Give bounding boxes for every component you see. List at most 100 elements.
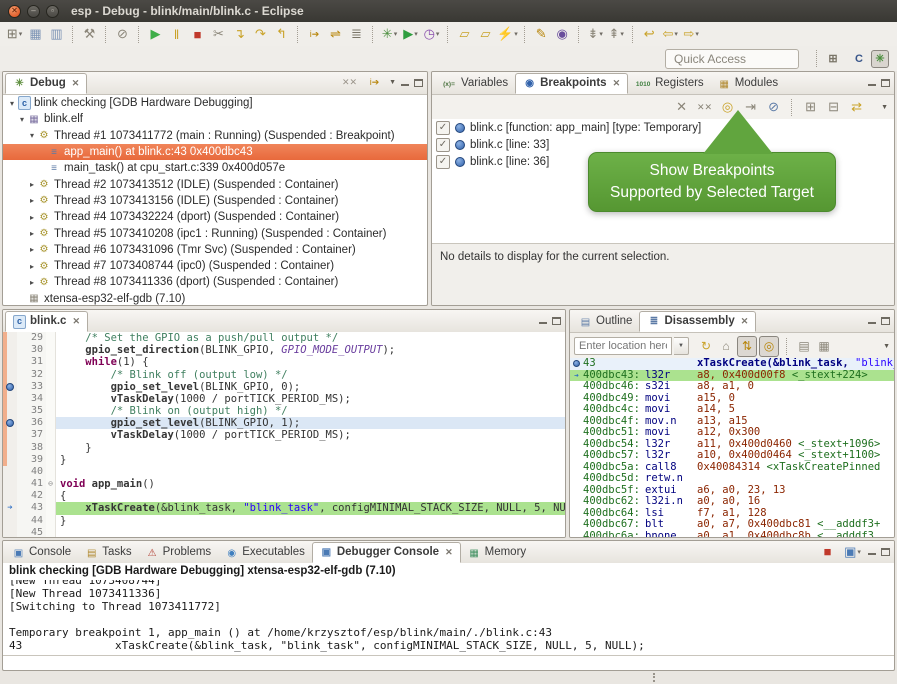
back-icon[interactable]: ⇦▾: [661, 24, 680, 44]
dropdown-arrow-icon[interactable]: ▾: [620, 30, 624, 38]
debug-tree-row[interactable]: ▾⚙Thread #1 1073411772 (main : Running) …: [3, 128, 427, 144]
disasm-tab-outline[interactable]: ▤Outline: [572, 312, 639, 332]
gutter-marker-column[interactable]: [3, 442, 17, 454]
minimize-icon[interactable]: [538, 316, 548, 325]
editor-line[interactable]: 41⊖void app_main(): [3, 478, 565, 490]
launch-flash-icon[interactable]: ⚡▾: [497, 24, 518, 44]
close-icon[interactable]: ✕: [613, 78, 621, 89]
debug-tree-row[interactable]: ▸⚙Thread #3 1073413156 (IDLE) (Suspended…: [3, 193, 427, 209]
save-all-icon[interactable]: ▥: [47, 24, 66, 44]
maximize-icon[interactable]: [881, 548, 890, 556]
track-expression-icon[interactable]: ◎: [759, 336, 779, 357]
display-selected-console-icon[interactable]: ▣▾: [843, 543, 862, 561]
close-icon[interactable]: ✕: [445, 547, 453, 558]
expand-all-icon[interactable]: ⊞: [801, 97, 820, 117]
checkbox[interactable]: ✓: [436, 155, 450, 169]
editor-line[interactable]: 44}: [3, 515, 565, 527]
disassembly-row[interactable]: 400dbc62:l32i.na0, a0, 16: [570, 496, 894, 508]
dropdown-arrow-icon[interactable]: ▾: [19, 30, 23, 38]
collapse-all-icon[interactable]: ⊟: [824, 97, 843, 117]
console-tab-console[interactable]: ▣Console: [5, 543, 78, 563]
gutter-marker-column[interactable]: [3, 515, 17, 527]
maximize-icon[interactable]: [881, 79, 890, 87]
disasm-tab-disassembly[interactable]: ≣Disassembly✕: [639, 311, 756, 332]
gutter-marker-column[interactable]: [3, 332, 17, 344]
dropdown-arrow-icon[interactable]: ▾: [695, 30, 699, 38]
view-menu-icon[interactable]: ▼: [881, 104, 888, 111]
checkbox[interactable]: ✓: [436, 138, 450, 152]
view-menu-icon[interactable]: ▼: [883, 343, 890, 350]
expander-closed-icon[interactable]: ▸: [27, 278, 37, 287]
disassembly-content[interactable]: 43xTaskCreate(&blink_task, "blink_tas➔40…: [570, 358, 894, 537]
gutter-marker-column[interactable]: [3, 478, 17, 490]
close-icon[interactable]: ✕: [72, 78, 80, 89]
editor-line[interactable]: 33 gpio_set_level(BLINK_GPIO, 0);: [3, 381, 565, 393]
dropdown-arrow-icon[interactable]: ▾: [599, 30, 603, 38]
open-folder-icon[interactable]: ▱: [455, 24, 474, 44]
external-tools-icon[interactable]: ◷▾: [422, 24, 441, 44]
view-menu-icon[interactable]: ▼: [389, 79, 396, 86]
skip-all-breakpoints-icon[interactable]: ⊘: [113, 24, 132, 44]
next-annotation-icon[interactable]: ⇟▾: [586, 24, 605, 44]
debug-tree-row[interactable]: ▾▦blink.elf: [3, 111, 427, 127]
format-source-icon[interactable]: ✎: [532, 24, 551, 44]
debug-tree-row[interactable]: ▸⚙Thread #6 1073431096 (Tmr Svc) (Suspen…: [3, 242, 427, 258]
disassembly-row[interactable]: 400dbc46:s32ia8, a1, 0: [570, 381, 894, 393]
refresh-icon[interactable]: ↻: [697, 337, 715, 356]
gutter-marker-column[interactable]: [3, 429, 17, 441]
console-output[interactable]: blink checking [GDB Hardware Debugging] …: [3, 563, 894, 656]
show-debug-elements-icon[interactable]: ≣: [347, 24, 366, 44]
remove-breakpoint-icon[interactable]: ✕: [672, 97, 691, 117]
import-folder-icon[interactable]: ▱: [476, 24, 495, 44]
editor-line[interactable]: ➔43 xTaskCreate(&blink_task, "blink_task…: [3, 502, 565, 514]
disassembly-row[interactable]: 400dbc67:blta0, a7, 0x400dbc81 <__adddf3…: [570, 519, 894, 531]
last-edit-location-icon[interactable]: ↩: [640, 24, 659, 44]
step-into-icon[interactable]: ↴: [230, 24, 249, 44]
search-icon[interactable]: ◉: [553, 24, 572, 44]
debug-tree-row[interactable]: ▸⚙Thread #5 1073410208 (ipc1 : Running) …: [3, 225, 427, 241]
breakpoint-icon[interactable]: [6, 383, 14, 391]
disassembly-row[interactable]: 400dbc4c:movia14, 5: [570, 404, 894, 416]
expander-closed-icon[interactable]: ▸: [27, 180, 37, 189]
console-tab-debugger-console[interactable]: ▣Debugger Console✕: [312, 542, 461, 563]
previous-annotation-icon[interactable]: ⇞▾: [607, 24, 626, 44]
debug-tree-row[interactable]: ▸⚙Thread #8 1073411336 (dport) (Suspende…: [3, 274, 427, 290]
expander-open-icon[interactable]: ▾: [17, 115, 27, 124]
expander-closed-icon[interactable]: ▸: [27, 213, 37, 222]
export-icon[interactable]: ▦: [815, 337, 833, 356]
editor-tab-blink-c[interactable]: cblink.c✕: [5, 311, 88, 332]
debug-perspective-icon[interactable]: ✳: [871, 50, 889, 68]
instruction-stepping-icon[interactable]: i➔: [305, 24, 324, 44]
editor-line[interactable]: 45: [3, 527, 565, 537]
close-icon[interactable]: ✕: [741, 316, 749, 327]
expander-open-icon[interactable]: ▾: [7, 99, 17, 108]
step-over-icon[interactable]: ↷: [251, 24, 270, 44]
debug-tree-row[interactable]: ▸⚙Thread #4 1073432224 (dport) (Suspende…: [3, 209, 427, 225]
code-editor[interactable]: 29 /* Set the GPIO as a push/pull output…: [3, 332, 565, 537]
editor-line[interactable]: 40: [3, 466, 565, 478]
disassembly-row[interactable]: 400dbc5d:retw.n: [570, 473, 894, 485]
minimize-icon[interactable]: [867, 78, 877, 87]
window-minimize-button[interactable]: –: [27, 5, 40, 18]
debug-tab-debug[interactable]: ✳Debug✕: [5, 73, 87, 94]
gutter-marker-column[interactable]: [3, 369, 17, 381]
build-icon[interactable]: ⚒: [80, 24, 99, 44]
editor-line[interactable]: 38 }: [3, 442, 565, 454]
debug-tree-row[interactable]: ▾cblink checking [GDB Hardware Debugging…: [3, 95, 427, 111]
quick-access-box[interactable]: Quick Access: [665, 49, 799, 69]
editor-line[interactable]: 32 /* Blink off (output low) */: [3, 369, 565, 381]
expander-closed-icon[interactable]: ▸: [27, 196, 37, 205]
gutter-marker-column[interactable]: [3, 344, 17, 356]
open-perspective-icon[interactable]: ⊞: [825, 51, 841, 67]
gutter-marker-column[interactable]: ➔: [3, 502, 17, 514]
editor-line[interactable]: 31 while(1) {: [3, 356, 565, 368]
forward-icon[interactable]: ⇨▾: [682, 24, 701, 44]
disassembly-row[interactable]: 400dbc51:movia12, 0x300: [570, 427, 894, 439]
maximize-icon[interactable]: [881, 317, 890, 325]
right-tab-variables[interactable]: (x)=Variables: [434, 74, 515, 94]
console-tab-tasks[interactable]: ▤Tasks: [78, 543, 138, 563]
window-maximize-button[interactable]: ▫: [46, 5, 59, 18]
location-input[interactable]: [574, 337, 672, 355]
debug-tree-row[interactable]: ≡app_main() at blink.c:43 0x400dbc43: [3, 144, 427, 160]
gutter-marker-column[interactable]: [3, 454, 17, 466]
